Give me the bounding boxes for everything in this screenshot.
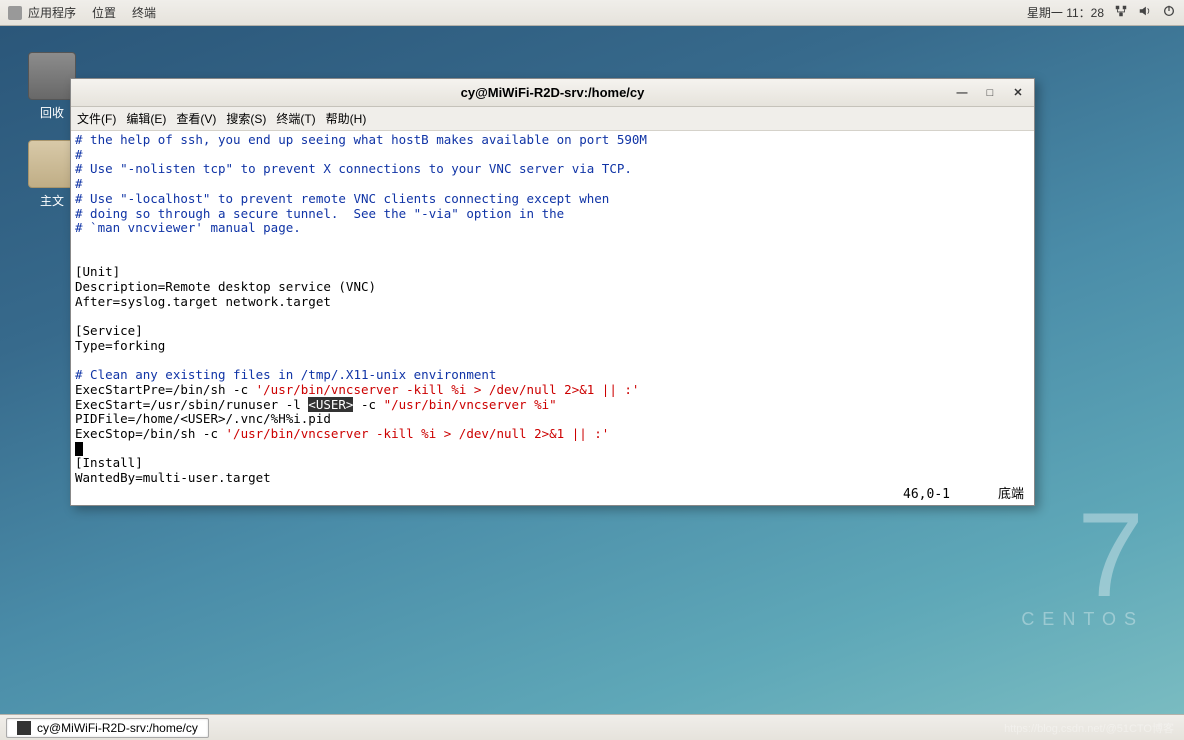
menu-file[interactable]: 文件(F) [77,110,116,127]
menu-places[interactable]: 位置 [92,4,116,21]
menu-terminal-m[interactable]: 终端(T) [276,110,315,127]
close-button[interactable]: ✕ [1008,84,1028,102]
menu-edit[interactable]: 编辑(E) [126,110,166,127]
cursor [75,442,83,456]
window-titlebar[interactable]: cy@MiWiFi-R2D-srv:/home/cy — □ ✕ [71,79,1034,107]
centos-brand: 7 CENTOS [1021,501,1144,630]
status-scroll: 底端 [998,487,1024,502]
line: "/usr/bin/vncserver %i" [384,397,557,412]
line: # `man vncviewer' manual page. [75,220,301,235]
menu-help[interactable]: 帮助(H) [326,110,367,127]
power-icon[interactable] [1162,4,1176,21]
line: Description=Remote desktop service (VNC) [75,279,376,294]
line: PIDFile=/home/<USER>/.vnc/%H%i.pid [75,411,331,426]
line: ExecStart=/usr/sbin/runuser -l [75,397,308,412]
line: ExecStartPre=/bin/sh -c [75,382,256,397]
line: WantedBy=multi-user.target [75,470,271,485]
line: # Use "-nolisten tcp" to prevent X conne… [75,161,632,176]
volume-icon[interactable] [1138,4,1152,21]
highlight-user: <USER> [308,397,353,412]
taskbar-terminal[interactable]: cy@MiWiFi-R2D-srv:/home/cy [6,718,209,738]
menu-view[interactable]: 查看(V) [176,110,216,127]
line: # the help of ssh, you end up seeing wha… [75,132,647,147]
window-title: cy@MiWiFi-R2D-srv:/home/cy [71,85,1034,100]
terminal-window: cy@MiWiFi-R2D-srv:/home/cy — □ ✕ 文件(F) 编… [70,78,1035,506]
maximize-button[interactable]: □ [980,84,1000,102]
terminal-body[interactable]: # the help of ssh, you end up seeing wha… [71,131,1034,505]
top-panel: 应用程序 位置 终端 星期一 11：28 [0,0,1184,26]
line: [Unit] [75,264,120,279]
minimize-button[interactable]: — [952,84,972,102]
line: [Install] [75,455,143,470]
network-icon[interactable] [1114,4,1128,21]
vim-status: 46,0-1 底端 [903,488,1024,503]
watermark: https://blog.csdn.net/@51CTO博客 [1004,720,1174,736]
centos-label: CENTOS [1021,609,1144,630]
trash-icon [28,52,76,100]
clock[interactable]: 星期一 11：28 [1027,4,1104,21]
line: # Use "-localhost" to prevent remote VNC… [75,191,609,206]
task-label: cy@MiWiFi-R2D-srv:/home/cy [37,721,198,735]
line: # [75,176,83,191]
line: [Service] [75,323,143,338]
window-menubar: 文件(F) 编辑(E) 查看(V) 搜索(S) 终端(T) 帮助(H) [71,107,1034,131]
terminal-icon [17,721,31,735]
line: '/usr/bin/vncserver -kill %i > /dev/null… [226,426,610,441]
line: # [75,147,83,162]
line: # doing so through a secure tunnel. See … [75,206,564,221]
menu-applications[interactable]: 应用程序 [28,4,76,21]
menu-search[interactable]: 搜索(S) [226,110,266,127]
line: ExecStop=/bin/sh -c [75,426,226,441]
centos-number: 7 [1021,501,1144,609]
line: -c [353,397,383,412]
apps-icon [8,6,22,20]
line: Type=forking [75,338,165,353]
line: '/usr/bin/vncserver -kill %i > /dev/null… [256,382,640,397]
menu-terminal[interactable]: 终端 [132,4,156,21]
line: After=syslog.target network.target [75,294,331,309]
folder-icon [28,140,76,188]
status-pos: 46,0-1 [903,487,950,502]
line: # Clean any existing files in /tmp/.X11-… [75,367,496,382]
